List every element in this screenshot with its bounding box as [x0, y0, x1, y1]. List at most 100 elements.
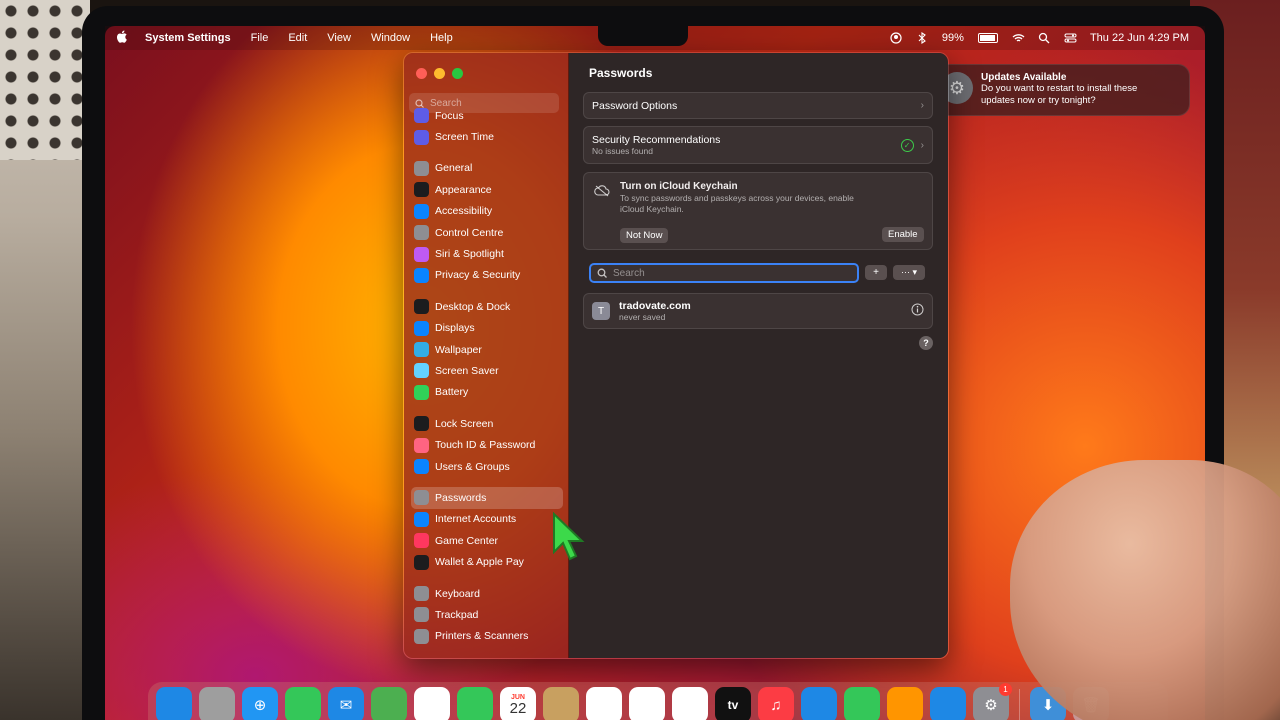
sidebar-section-gap	[411, 477, 563, 487]
sidebar-item-siri-spotlight[interactable]: Siri & Spotlight	[411, 243, 563, 264]
zoom-button[interactable]	[452, 68, 463, 79]
sidebar-item-displays[interactable]: Displays	[411, 318, 563, 339]
wallet-icon	[414, 554, 429, 570]
apple-menu-icon[interactable]	[116, 30, 131, 46]
control-centre-icon[interactable]	[1064, 32, 1077, 44]
sidebar-item-game-center[interactable]: Game Center	[411, 530, 563, 551]
sidebar-item-label: Control Centre	[435, 226, 504, 239]
checkmark-icon: ✓	[900, 138, 914, 152]
sidebar-item-printers-scanners[interactable]: Printers & Scanners	[411, 626, 563, 647]
tv-label: tv	[727, 698, 739, 712]
sidebar-item-wallpaper[interactable]: Wallpaper	[411, 339, 563, 360]
battery-icon[interactable]	[977, 33, 998, 43]
sidebar-section-gap	[411, 286, 563, 296]
passwords-pane: Passwords Password Options › Security Re…	[569, 53, 948, 658]
password-entry-row[interactable]: T tradovate.com never saved	[583, 293, 933, 329]
sidebar-item-screen-time[interactable]: Screen Time	[411, 126, 563, 147]
pages-icon[interactable]	[887, 687, 923, 720]
apple-tv-icon[interactable]: tv	[715, 687, 751, 720]
sidebar-item-label: Accessibility	[435, 205, 493, 218]
sidebar-item-label: Screen Time	[435, 131, 494, 144]
sidebar-item-trackpad[interactable]: Trackpad	[411, 604, 563, 625]
messages-icon[interactable]	[285, 687, 321, 720]
sidebar-item-keyboard[interactable]: Keyboard	[411, 583, 563, 604]
password-options-row[interactable]: Password Options ›	[583, 92, 933, 119]
sidebar-item-accessibility[interactable]: Accessibility	[411, 201, 563, 222]
password-options-label: Password Options	[592, 99, 678, 112]
sidebar-item-appearance[interactable]: Appearance	[411, 179, 563, 200]
sidebar-item-control-centre[interactable]: Control Centre	[411, 222, 563, 243]
bluetooth-icon[interactable]	[916, 31, 928, 45]
lock-icon	[414, 416, 429, 432]
sidebar-item-label: Focus	[435, 109, 464, 122]
maps-icon[interactable]	[371, 687, 407, 720]
mail-icon[interactable]: ✉	[328, 687, 364, 720]
wifi-icon[interactable]	[1012, 32, 1025, 44]
app-store-icon[interactable]	[930, 687, 966, 720]
menu-view[interactable]: View	[327, 32, 351, 44]
menu-help[interactable]: Help	[430, 32, 453, 44]
notes-icon[interactable]	[629, 687, 665, 720]
menu-file[interactable]: File	[251, 32, 269, 44]
info-icon[interactable]	[911, 303, 924, 319]
sidebar-item-privacy-security[interactable]: Privacy & Security	[411, 265, 563, 286]
sidebar-item-screen-saver[interactable]: Screen Saver	[411, 360, 563, 381]
background-left	[0, 0, 90, 720]
sidebar-item-internet-accounts[interactable]: Internet Accounts	[411, 509, 563, 530]
password-search-input[interactable]: Search	[589, 263, 859, 283]
menu-app-name[interactable]: System Settings	[145, 32, 231, 44]
sidebar-item-label: Printers & Scanners	[435, 630, 529, 643]
control-centre-icon	[414, 225, 429, 241]
enable-button[interactable]: Enable	[882, 227, 924, 242]
pegboard	[0, 0, 90, 160]
notification-body-line1: Do you want to restart to install these	[981, 83, 1138, 94]
freeform-icon[interactable]	[672, 687, 708, 720]
sidebar-item-touch-id-password[interactable]: Touch ID & Password	[411, 434, 563, 455]
icloud-keychain-card: Turn on iCloud Keychain To sync password…	[583, 172, 933, 250]
minimize-button[interactable]	[434, 68, 445, 79]
calendar-icon[interactable]: JUN 22	[500, 687, 536, 720]
sidebar-item-wallet-apple-pay[interactable]: Wallet & Apple Pay	[411, 551, 563, 572]
sidebar-item-lock-screen[interactable]: Lock Screen	[411, 413, 563, 434]
sidebar-item-label: Battery	[435, 386, 469, 399]
help-button[interactable]: ?	[919, 336, 933, 350]
sidebar-item-label: Internet Accounts	[435, 513, 517, 526]
security-recommendations-row[interactable]: Security Recommendations No issues found…	[583, 126, 933, 164]
sidebar-item-passwords[interactable]: Passwords	[411, 487, 563, 509]
notification-updates[interactable]: ⚙ Updates Available Do you want to resta…	[932, 64, 1190, 116]
sidebar-item-general[interactable]: General	[411, 158, 563, 179]
finder-icon[interactable]	[156, 687, 192, 720]
sidebar-item-users-groups[interactable]: Users & Groups	[411, 456, 563, 477]
more-options-button[interactable]: ··· ▾	[893, 265, 925, 280]
spotlight-search-icon[interactable]	[1038, 32, 1050, 44]
not-now-button[interactable]: Not Now	[620, 228, 669, 243]
system-settings-icon[interactable]: ⚙ 1	[973, 683, 1012, 720]
contacts-icon[interactable]	[543, 687, 579, 720]
pointing-hand	[1010, 460, 1280, 720]
cloud-slash-icon	[594, 184, 610, 202]
facetime-icon[interactable]	[457, 687, 493, 720]
sidebar-item-battery[interactable]: Battery	[411, 382, 563, 403]
menu-edit[interactable]: Edit	[288, 32, 307, 44]
reminders-icon[interactable]	[586, 687, 622, 720]
add-password-button[interactable]: +	[865, 265, 887, 280]
hand-icon	[414, 267, 429, 283]
safari-icon[interactable]: ⊕	[242, 687, 278, 720]
keynote-icon[interactable]	[801, 687, 837, 720]
close-button[interactable]	[416, 68, 427, 79]
music-icon[interactable]: ♫	[758, 687, 794, 720]
entry-site: tradovate.com	[619, 300, 691, 312]
menu-clock[interactable]: Thu 22 Jun 4:29 PM	[1090, 32, 1189, 44]
sun-icon	[414, 320, 429, 336]
photos-icon[interactable]	[414, 687, 450, 720]
battery-percent: 99%	[941, 32, 964, 44]
launchpad-icon[interactable]	[199, 687, 235, 720]
security-subtitle: No issues found	[592, 146, 653, 156]
numbers-icon[interactable]	[844, 687, 880, 720]
dock: ⊕✉JUN22tv♫⚙1⬇🗑	[148, 682, 1168, 720]
sidebar-item-label: Screen Saver	[435, 364, 499, 377]
menu-window[interactable]: Window	[371, 32, 410, 44]
sidebar-item-desktop-dock[interactable]: Desktop & Dock	[411, 296, 563, 317]
sidebar-item-focus[interactable]: Focus	[411, 105, 563, 126]
user-icon[interactable]	[890, 32, 902, 44]
